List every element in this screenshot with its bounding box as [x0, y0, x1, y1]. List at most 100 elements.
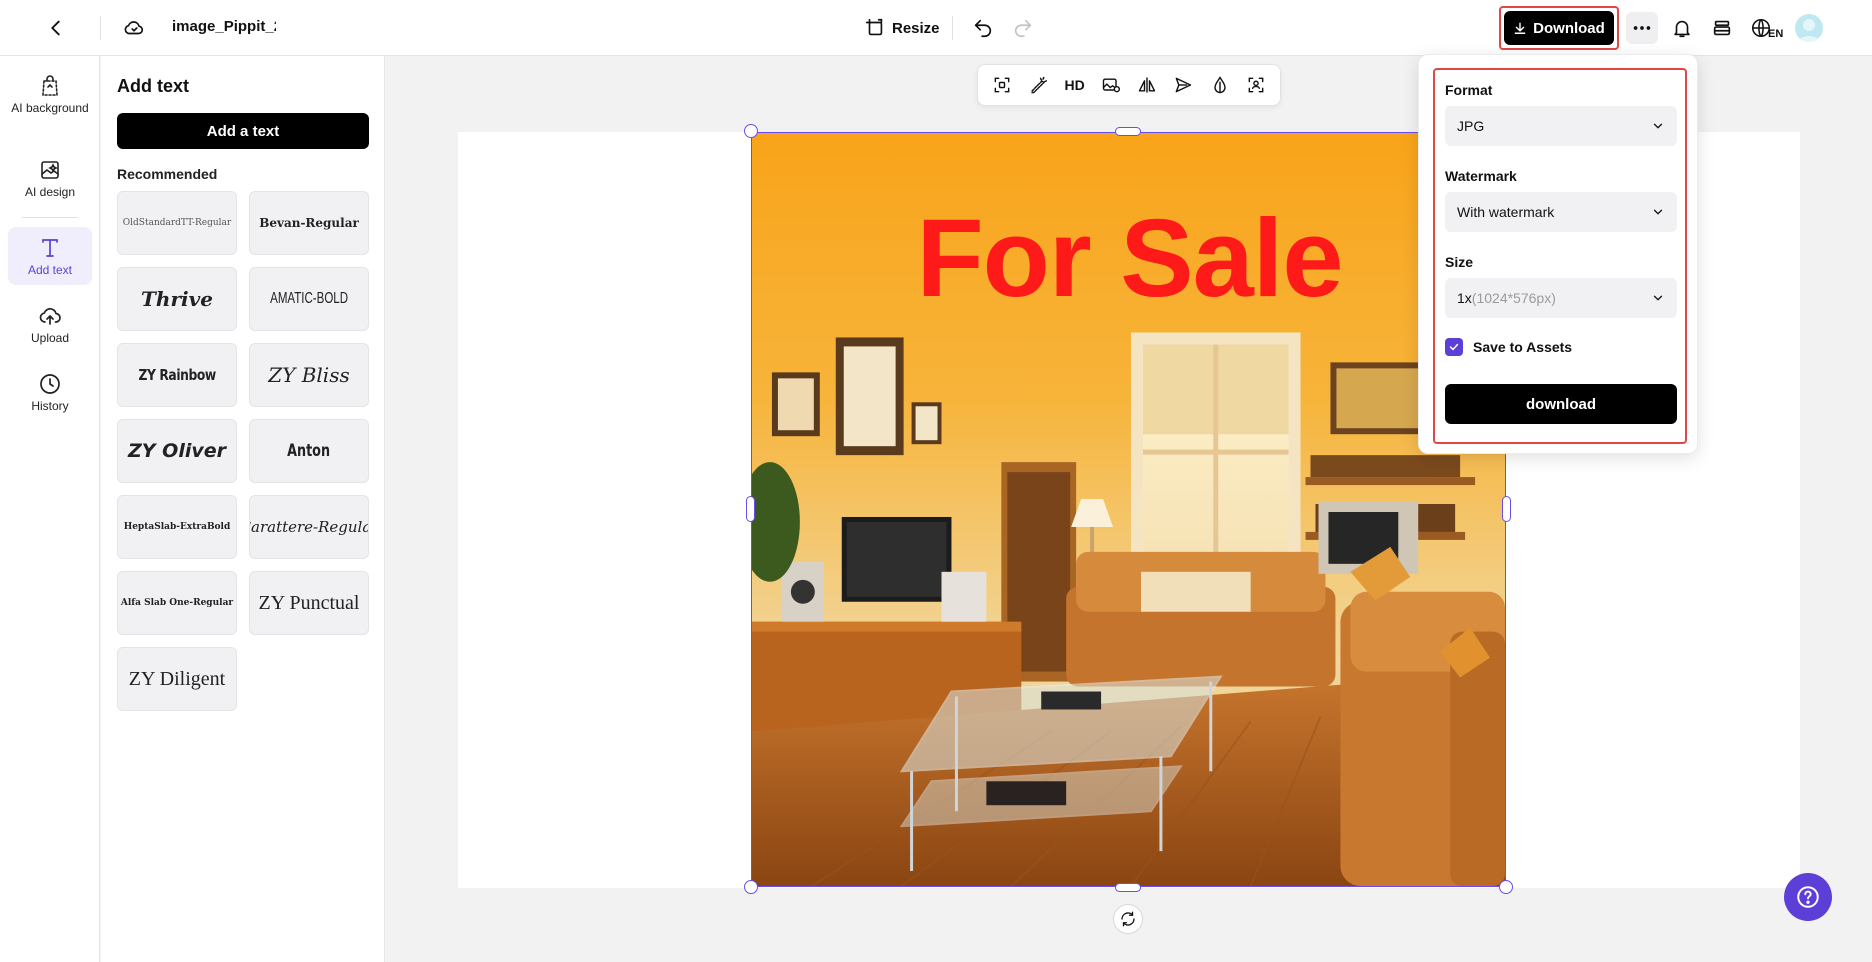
- clock-icon: [40, 374, 60, 394]
- size-label: Size: [1445, 254, 1474, 270]
- font-card-anton[interactable]: Anton: [249, 419, 369, 483]
- font-card-label: Carattere-Regular: [250, 518, 368, 536]
- format-select[interactable]: JPG: [1445, 106, 1677, 146]
- rail-item-ai-background[interactable]: AI background: [8, 68, 92, 121]
- rotate-handle[interactable]: [1113, 904, 1143, 934]
- more-options-icon[interactable]: [1626, 12, 1658, 44]
- undo-icon[interactable]: [967, 12, 999, 44]
- notification-bell-icon[interactable]: [1666, 12, 1698, 44]
- chevron-down-icon: [1653, 209, 1663, 215]
- image-toolbar: HD: [977, 64, 1281, 106]
- font-card-zy-oliver[interactable]: ZY Oliver: [117, 419, 237, 483]
- size-select[interactable]: 1x(1024*576px): [1445, 278, 1677, 318]
- flip-icon[interactable]: [1133, 71, 1161, 99]
- rail-item-label: Upload: [30, 331, 70, 345]
- replace-image-icon[interactable]: [1097, 71, 1125, 99]
- font-card-carattere[interactable]: Carattere-Regular: [249, 495, 369, 559]
- add-text-panel: Add text Add a text Recommended OldStand…: [101, 56, 385, 962]
- font-card-amatic[interactable]: AMATIC-BOLD: [249, 267, 369, 331]
- save-to-assets-option[interactable]: Save to Assets: [1445, 338, 1572, 356]
- font-card-label: ZY Diligent: [128, 667, 226, 690]
- font-card-label: Anton: [287, 441, 331, 461]
- add-a-text-button[interactable]: Add a text: [117, 113, 369, 149]
- font-card-label: OldStandardTT-Regular: [122, 218, 232, 228]
- font-card-label: ZY Punctual: [258, 591, 360, 614]
- resize-handle-top[interactable]: [1115, 127, 1141, 136]
- font-card-label: ZY Oliver: [128, 440, 226, 462]
- font-card-oldstandard[interactable]: OldStandardTT-Regular: [117, 191, 237, 255]
- resize-handle-left[interactable]: [746, 496, 755, 522]
- divider: [100, 16, 101, 40]
- font-preset-grid: OldStandardTT-Regular Bevan-Regular Thri…: [117, 191, 369, 711]
- top-bar: image_Pippit_20 Resize Download EN: [0, 0, 1872, 56]
- font-card-zy-rainbow[interactable]: ZY Rainbow: [117, 343, 237, 407]
- avatar[interactable]: [1795, 14, 1823, 42]
- font-card-label: ZY Rainbow: [138, 366, 216, 384]
- rail-divider: [22, 217, 78, 218]
- redo-icon[interactable]: [1007, 12, 1039, 44]
- font-card-label: Alfa Slab One-Regular: [120, 598, 234, 608]
- font-card-zy-punctual[interactable]: ZY Punctual: [249, 571, 369, 635]
- font-card-bevan[interactable]: Bevan-Regular: [249, 191, 369, 255]
- layers-icon[interactable]: [1706, 12, 1738, 44]
- resize-button[interactable]: Resize: [860, 12, 944, 44]
- rail-item-ai-design[interactable]: AI design: [8, 152, 92, 205]
- rail-item-label: AI background: [11, 101, 89, 115]
- download-button[interactable]: Download: [1504, 11, 1614, 45]
- resize-handle-right[interactable]: [1502, 496, 1511, 522]
- language-globe-icon[interactable]: EN: [1746, 12, 1786, 44]
- tool-rail: AI background AI design Add text Upload …: [0, 56, 100, 962]
- resize-handle-bottom-right[interactable]: [1499, 880, 1513, 894]
- rotate-icon: [1121, 911, 1135, 927]
- canvas-image[interactable]: For Sale: [751, 132, 1506, 887]
- magic-eraser-icon[interactable]: [1024, 71, 1052, 99]
- font-card-alfa-slab[interactable]: Alfa Slab One-Regular: [117, 571, 237, 635]
- resize-handle-top-left[interactable]: [744, 124, 758, 138]
- back-arrow-icon[interactable]: [40, 12, 72, 44]
- panel-title: Add text: [117, 76, 189, 96]
- resize-handle-bottom[interactable]: [1115, 883, 1141, 892]
- hd-upscale-button[interactable]: HD: [1061, 71, 1089, 99]
- ai-background-icon: [42, 75, 58, 96]
- font-card-zy-diligent[interactable]: ZY Diligent: [117, 647, 237, 711]
- help-button[interactable]: [1784, 873, 1832, 921]
- save-to-assets-checkbox[interactable]: [1445, 338, 1463, 356]
- resize-handle-bottom-left[interactable]: [744, 880, 758, 894]
- watermark-label: Watermark: [1445, 168, 1517, 184]
- select-subject-icon[interactable]: [1242, 71, 1270, 99]
- confirm-download-button[interactable]: download: [1445, 384, 1677, 424]
- send-forward-icon[interactable]: [1169, 71, 1197, 99]
- download-options-popover: Format JPG Watermark With watermark Size…: [1418, 54, 1698, 454]
- divider: [952, 16, 953, 40]
- rail-item-upload[interactable]: Upload: [8, 298, 92, 351]
- font-card-heptaslab[interactable]: HeptaSlab-ExtraBold: [117, 495, 237, 559]
- format-value: JPG: [1457, 118, 1485, 134]
- download-options-highlight: Format JPG Watermark With watermark Size…: [1433, 68, 1687, 444]
- font-card-label: Bevan-Regular: [259, 216, 359, 230]
- download-button-highlight: Download: [1499, 6, 1619, 50]
- cloud-sync-icon[interactable]: [118, 12, 150, 44]
- font-card-zy-bliss[interactable]: ZY Bliss: [249, 343, 369, 407]
- resize-label: Resize: [892, 19, 940, 37]
- rail-item-label: AI design: [24, 185, 76, 199]
- size-value: 1x: [1457, 290, 1472, 306]
- watermark-select[interactable]: With watermark: [1445, 192, 1677, 232]
- smart-crop-icon[interactable]: [988, 71, 1016, 99]
- rail-item-label: History: [31, 399, 69, 413]
- font-card-label: Thrive: [141, 287, 213, 311]
- font-card-thrive[interactable]: Thrive: [117, 267, 237, 331]
- opacity-drop-icon[interactable]: [1206, 71, 1234, 99]
- format-label: Format: [1445, 82, 1493, 98]
- rail-item-history[interactable]: History: [8, 366, 92, 419]
- size-detail: (1024*576px): [1471, 290, 1556, 306]
- ai-design-icon: [41, 161, 59, 179]
- recommended-label: Recommended: [117, 166, 218, 182]
- file-name[interactable]: image_Pippit_20: [172, 18, 276, 35]
- rail-item-add-text[interactable]: Add text: [8, 227, 92, 285]
- download-label: Download: [1533, 19, 1605, 37]
- text-icon: [42, 238, 58, 257]
- headline-text[interactable]: For Sale: [752, 195, 1505, 322]
- font-card-label: HeptaSlab-ExtraBold: [123, 522, 231, 532]
- font-card-label: AMATIC-BOLD: [270, 290, 348, 307]
- save-to-assets-label: Save to Assets: [1473, 339, 1573, 355]
